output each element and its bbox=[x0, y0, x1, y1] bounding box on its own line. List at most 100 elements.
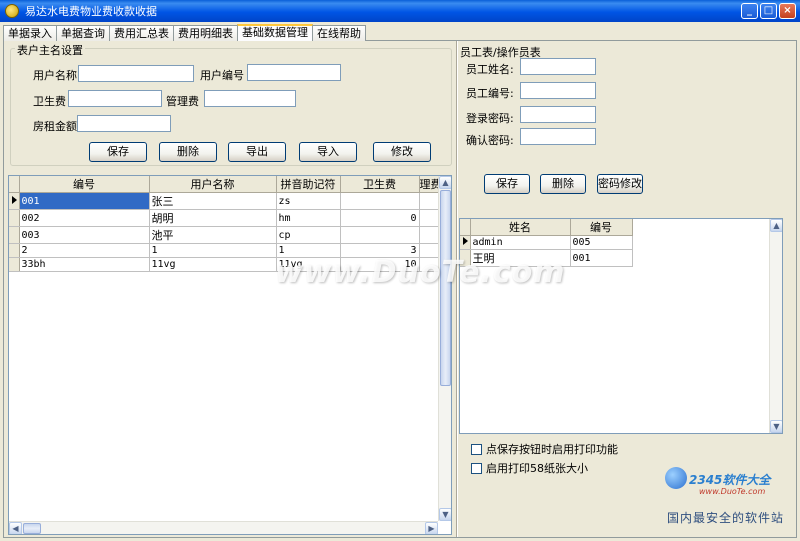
table-row[interactable]: 002 胡明 hm 0 bbox=[9, 209, 443, 227]
column-header-code[interactable]: 编号 bbox=[19, 176, 150, 193]
table-cell[interactable]: cp bbox=[276, 226, 341, 244]
row-indicator bbox=[9, 243, 20, 258]
staff-code-label: 员工编号: bbox=[466, 87, 514, 100]
staff-vertical-scrollbar[interactable]: ▲ ▼ bbox=[769, 219, 782, 433]
row-indicator bbox=[9, 209, 20, 227]
current-row-indicator bbox=[460, 235, 471, 250]
tab-strip: 单据录入 单据查询 费用汇总表 费用明细表 基础数据管理 在线帮助 bbox=[3, 24, 366, 41]
staff-name-label: 员工姓名: bbox=[466, 63, 514, 76]
minimize-button[interactable]: _ bbox=[741, 3, 758, 19]
scroll-up-icon[interactable]: ▲ bbox=[770, 219, 782, 232]
print-58mm-label: 启用打印58纸张大小 bbox=[486, 462, 588, 475]
table-cell[interactable]: 002 bbox=[19, 209, 150, 227]
user-code-input[interactable] bbox=[247, 64, 341, 81]
arrow-right-icon bbox=[463, 237, 468, 245]
scroll-left-icon[interactable]: ◀ bbox=[9, 522, 22, 534]
row-indicator-header bbox=[460, 219, 471, 236]
table-cell[interactable]: hm bbox=[276, 209, 341, 227]
table-cell[interactable]: 2 bbox=[19, 243, 150, 258]
confirm-password-label: 确认密码: bbox=[466, 134, 514, 147]
tenant-horizontal-scrollbar[interactable]: ◀ ▶ bbox=[9, 521, 438, 534]
change-password-button[interactable]: 密码修改 bbox=[597, 174, 643, 194]
row-indicator bbox=[9, 257, 20, 272]
current-row-indicator bbox=[9, 192, 20, 210]
table-cell[interactable]: admin bbox=[470, 235, 571, 250]
staff-delete-button[interactable]: 删除 bbox=[540, 174, 586, 194]
column-header-staff-name[interactable]: 姓名 bbox=[470, 219, 571, 236]
checkbox-box[interactable] bbox=[471, 462, 482, 474]
scroll-down-icon[interactable]: ▼ bbox=[770, 420, 782, 433]
table-cell[interactable]: 005 bbox=[570, 235, 633, 250]
scroll-right-icon[interactable]: ▶ bbox=[425, 522, 438, 534]
brand-slogan: 国内最安全的软件站 bbox=[667, 511, 785, 525]
login-password-label: 登录密码: bbox=[466, 112, 514, 125]
checkbox-box[interactable] bbox=[471, 443, 482, 455]
table-cell[interactable]: 11vg bbox=[149, 257, 277, 272]
column-header-pinyin[interactable]: 拼音助记符 bbox=[276, 176, 341, 193]
scroll-thumb[interactable] bbox=[23, 523, 41, 534]
title-bar: 易达水电费物业费收款收据 _ □ × bbox=[0, 0, 800, 22]
mgmt-fee-input[interactable] bbox=[204, 90, 296, 107]
table-cell[interactable]: zs bbox=[276, 192, 341, 210]
tenant-import-button[interactable]: 导入 bbox=[299, 142, 357, 162]
table-cell[interactable]: 001 bbox=[19, 192, 150, 210]
print-on-save-label: 点保存按钮时启用打印功能 bbox=[486, 443, 618, 456]
table-cell[interactable]: 胡明 bbox=[149, 209, 277, 227]
login-password-input[interactable] bbox=[520, 106, 596, 123]
column-header-staff-code[interactable]: 编号 bbox=[570, 219, 633, 236]
tab-base-data[interactable]: 基础数据管理 bbox=[237, 24, 313, 41]
hygiene-fee-label: 卫生费 bbox=[33, 95, 66, 108]
tab-query[interactable]: 单据查询 bbox=[56, 25, 110, 41]
column-header-name[interactable]: 用户名称 bbox=[149, 176, 277, 193]
tab-entry[interactable]: 单据录入 bbox=[3, 25, 57, 41]
tenant-modify-button[interactable]: 修改 bbox=[373, 142, 431, 162]
table-cell[interactable] bbox=[340, 192, 420, 210]
table-cell[interactable]: 003 bbox=[19, 226, 150, 244]
brand-name: 2345软件大全 bbox=[689, 473, 771, 487]
hygiene-fee-input[interactable] bbox=[68, 90, 162, 107]
staff-save-button[interactable]: 保存 bbox=[484, 174, 530, 194]
table-cell[interactable] bbox=[340, 226, 420, 244]
table-row[interactable]: 003 池平 cp bbox=[9, 226, 443, 244]
tenant-vertical-scrollbar[interactable]: ▲ ▼ bbox=[438, 176, 451, 521]
mgmt-fee-label: 管理费 bbox=[166, 95, 199, 108]
scroll-down-icon[interactable]: ▼ bbox=[439, 508, 451, 521]
tab-fee-detail[interactable]: 费用明细表 bbox=[173, 25, 238, 41]
print-on-save-checkbox[interactable]: 点保存按钮时启用打印功能 bbox=[471, 441, 618, 457]
table-cell[interactable]: 池平 bbox=[149, 226, 277, 244]
table-cell[interactable]: 1 bbox=[149, 243, 277, 258]
tab-help[interactable]: 在线帮助 bbox=[312, 25, 366, 41]
staff-table-header: 姓名 编号 bbox=[460, 219, 633, 236]
tenant-export-button[interactable]: 导出 bbox=[228, 142, 286, 162]
table-cell[interactable]: 张三 bbox=[149, 192, 277, 210]
table-cell[interactable]: 33bh bbox=[19, 257, 150, 272]
maximize-button[interactable]: □ bbox=[760, 3, 777, 19]
staff-code-input[interactable] bbox=[520, 82, 596, 99]
column-header-hygiene[interactable]: 卫生费 bbox=[340, 176, 420, 193]
close-button[interactable]: × bbox=[779, 3, 796, 19]
globe-icon bbox=[665, 467, 687, 489]
table-row[interactable]: 001 张三 zs bbox=[9, 192, 443, 210]
watermark-text: www.DuoTe.com bbox=[275, 255, 566, 290]
row-indicator bbox=[9, 226, 20, 244]
user-name-input[interactable] bbox=[78, 65, 194, 82]
staff-table: 姓名 编号 admin 005 王明 001 ▲ ▼ bbox=[459, 218, 783, 434]
user-name-label: 用户名称 bbox=[33, 69, 77, 82]
tenant-delete-button[interactable]: 删除 bbox=[159, 142, 217, 162]
table-cell[interactable]: 001 bbox=[570, 249, 633, 267]
scroll-up-icon[interactable]: ▲ bbox=[439, 176, 451, 189]
table-cell[interactable]: 0 bbox=[340, 209, 420, 227]
brand-site: www.DuoTe.com bbox=[699, 487, 766, 496]
staff-name-input[interactable] bbox=[520, 58, 596, 75]
brand-logo: 2345软件大全 www.DuoTe.com 国内最安全的软件站 bbox=[665, 465, 797, 537]
tenant-table: 编号 用户名称 拼音助记符 卫生费 理费 001 张三 zs 002 胡明 hm… bbox=[8, 175, 452, 535]
window-controls: _ □ × bbox=[741, 3, 796, 19]
rent-input[interactable] bbox=[77, 115, 171, 132]
row-indicator-header bbox=[9, 176, 20, 193]
tab-fee-summary[interactable]: 费用汇总表 bbox=[109, 25, 174, 41]
confirm-password-input[interactable] bbox=[520, 128, 596, 145]
table-row[interactable]: admin 005 bbox=[460, 235, 633, 250]
tenant-save-button[interactable]: 保存 bbox=[89, 142, 147, 162]
rent-label: 房租金额 bbox=[33, 120, 77, 133]
print-58mm-checkbox[interactable]: 启用打印58纸张大小 bbox=[471, 460, 588, 476]
